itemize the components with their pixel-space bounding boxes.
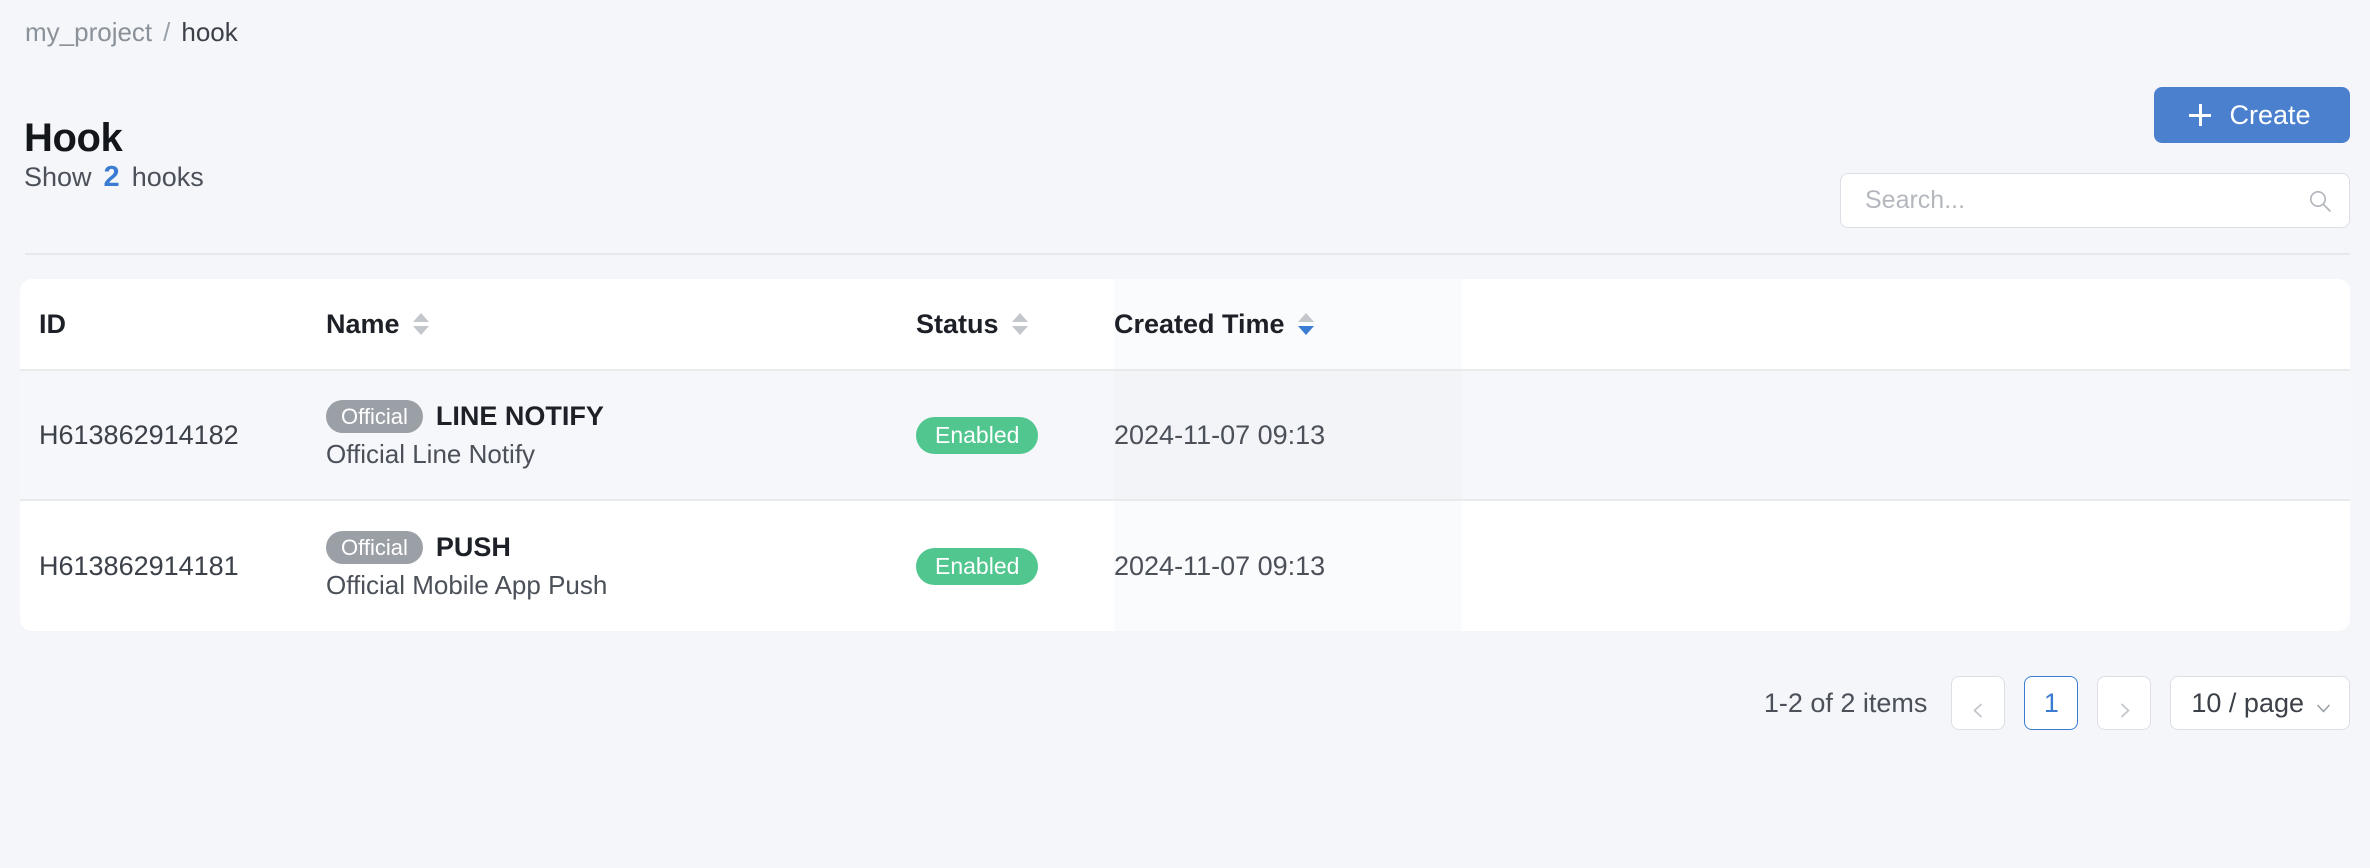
- plus-icon: [2189, 104, 2212, 126]
- cell-id: H613862914181: [39, 550, 239, 581]
- cell-actions-spacer: [1462, 501, 2350, 631]
- cell-created-time: 2024-11-07 09:13: [1114, 501, 1462, 631]
- column-header-spacer: [1462, 279, 2350, 369]
- create-button[interactable]: Create: [2154, 87, 2350, 143]
- column-header-name[interactable]: Name: [326, 279, 916, 369]
- create-button-label: Create: [2229, 99, 2311, 130]
- search-icon[interactable]: [2307, 188, 2333, 214]
- cell-name: Official PUSH Official Mobile App Push: [326, 501, 916, 631]
- official-badge: Official: [326, 531, 423, 564]
- chevron-right-icon: [2116, 695, 2133, 717]
- caret-down-icon: [412, 326, 429, 335]
- name-description: Official Line Notify: [326, 439, 536, 469]
- column-header-created-time[interactable]: Created Time: [1114, 279, 1462, 369]
- caret-down-icon: [1297, 326, 1314, 335]
- hooks-table: ID Name Status Created Time H61386291418…: [20, 279, 2350, 631]
- name-heading: Official LINE NOTIFY: [326, 400, 604, 433]
- pagination-page-1-button[interactable]: 1: [2024, 676, 2079, 730]
- toolbar-divider: [25, 253, 2350, 255]
- cell-id: H613862914182: [39, 419, 239, 450]
- cell-status: Enabled: [916, 371, 1114, 499]
- pagination-total: 1-2 of 2 items: [1763, 687, 1928, 718]
- status-badge: Enabled: [916, 416, 1039, 454]
- sort-toggle-name[interactable]: [412, 313, 429, 335]
- column-header-id: ID: [39, 308, 66, 339]
- table-row[interactable]: H613862914181 Official PUSH Official Mob…: [20, 501, 2350, 631]
- search-input[interactable]: [1863, 185, 2307, 216]
- hook-count-summary: Show 2 hooks: [24, 159, 204, 195]
- cell-name: Official LINE NOTIFY Official Line Notif…: [326, 371, 916, 499]
- caret-down-icon: [1011, 326, 1028, 335]
- table-header-row: ID Name Status Created Time: [20, 279, 2350, 371]
- page-size-select[interactable]: 10 / page: [2170, 676, 2350, 730]
- official-badge: Official: [326, 400, 423, 433]
- pagination-next-button[interactable]: [2097, 676, 2152, 730]
- status-badge: Enabled: [916, 547, 1039, 585]
- sort-toggle-created-time[interactable]: [1297, 313, 1314, 335]
- cell-actions-spacer: [1462, 371, 2350, 499]
- name-description: Official Mobile App Push: [326, 570, 608, 600]
- pagination-prev-button[interactable]: [1951, 676, 2006, 730]
- page-size-label: 10 / page: [2191, 687, 2304, 718]
- column-header-status[interactable]: Status: [916, 279, 1114, 369]
- sort-toggle-status[interactable]: [1011, 313, 1028, 335]
- caret-up-icon: [412, 313, 429, 322]
- search-box[interactable]: [1840, 173, 2350, 228]
- breadcrumb-item-project[interactable]: my_project: [25, 16, 152, 48]
- page-title: Hook: [24, 115, 123, 160]
- breadcrumb-item-hook[interactable]: hook: [181, 16, 237, 48]
- cell-status: Enabled: [916, 501, 1114, 631]
- breadcrumb: my_project / hook: [25, 16, 238, 48]
- cell-created-time: 2024-11-07 09:13: [1114, 371, 1462, 499]
- chevron-left-icon: [1970, 695, 1987, 717]
- name-heading: Official PUSH: [326, 531, 511, 564]
- breadcrumb-separator: /: [163, 17, 171, 47]
- table-row[interactable]: H613862914182 Official LINE NOTIFY Offic…: [20, 371, 2350, 501]
- caret-up-icon: [1297, 313, 1314, 322]
- show-prefix-label: Show: [24, 162, 92, 192]
- chevron-down-icon: [2314, 694, 2333, 713]
- show-suffix-label: hooks: [131, 162, 204, 192]
- hook-count-value: 2: [103, 161, 120, 193]
- hook-page: my_project / hook Hook Create Show 2 hoo…: [0, 0, 2370, 868]
- pagination: 1-2 of 2 items 1 10 / page: [1764, 676, 2350, 730]
- caret-up-icon: [1011, 313, 1028, 322]
